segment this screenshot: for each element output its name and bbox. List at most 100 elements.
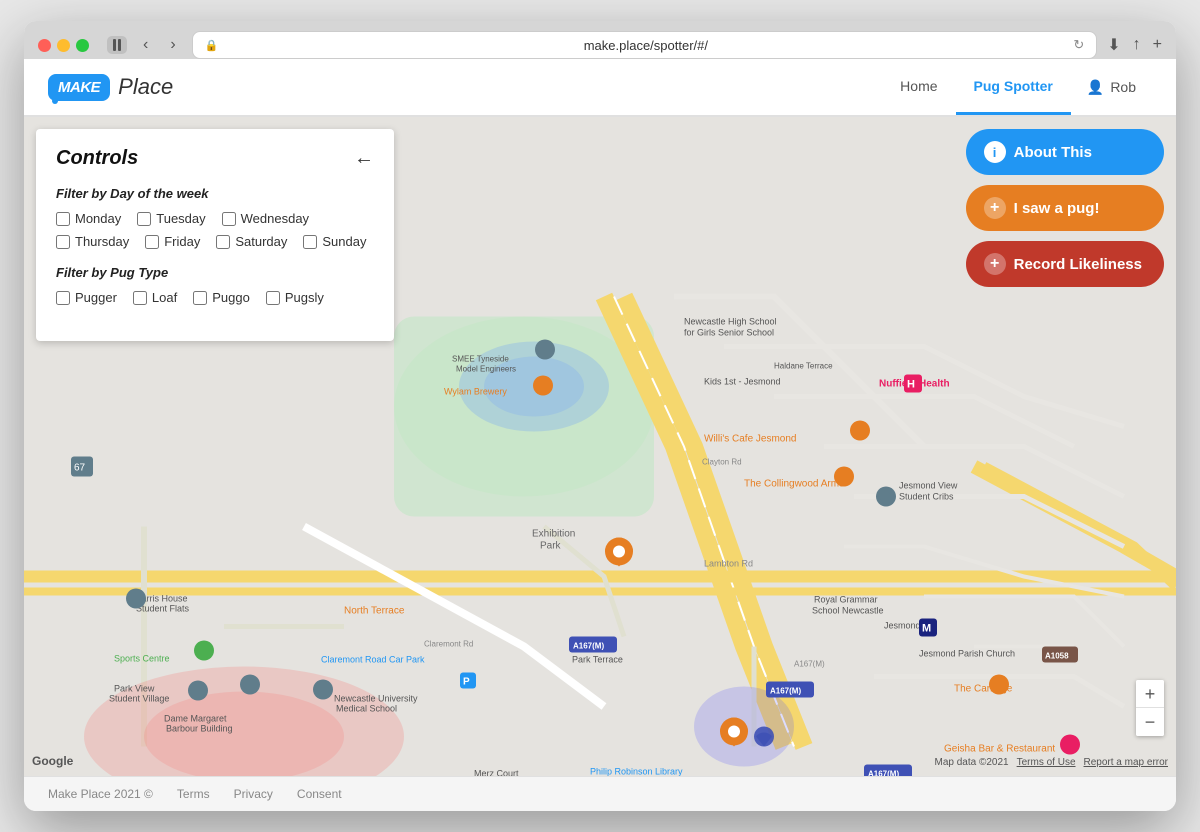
- forward-button[interactable]: ›: [164, 34, 181, 56]
- checkbox-puggo-label: Puggo: [212, 290, 250, 305]
- zoom-controls: + −: [1136, 680, 1164, 736]
- footer: Make Place 2021 © Terms Privacy Consent: [24, 776, 1176, 811]
- svg-text:Claremont Road Car Park: Claremont Road Car Park: [321, 655, 425, 665]
- report-link[interactable]: Report a map error: [1084, 757, 1168, 768]
- svg-text:A167(M): A167(M): [794, 660, 825, 669]
- logo[interactable]: MAKE Place: [48, 74, 173, 101]
- svg-text:M: M: [922, 623, 931, 635]
- checkbox-pugsly[interactable]: Pugsly: [266, 290, 324, 305]
- map-data-text: Map data ©2021: [935, 757, 1009, 768]
- checkbox-puggo-input[interactable]: [193, 291, 207, 305]
- checkbox-pugsly-input[interactable]: [266, 291, 280, 305]
- nav-home[interactable]: Home: [882, 59, 955, 115]
- checkbox-monday-label: Monday: [75, 211, 121, 226]
- controls-title: Controls: [56, 147, 138, 170]
- svg-text:Haldane Terrace: Haldane Terrace: [774, 362, 833, 371]
- filter-pug-label: Filter by Pug Type: [56, 265, 374, 280]
- checkbox-friday[interactable]: Friday: [145, 234, 200, 249]
- footer-terms[interactable]: Terms: [177, 787, 210, 801]
- checkbox-tuesday[interactable]: Tuesday: [137, 211, 205, 226]
- checkbox-thursday-label: Thursday: [75, 234, 129, 249]
- back-button[interactable]: ‹: [137, 34, 154, 56]
- svg-text:North Terrace: North Terrace: [344, 606, 405, 617]
- controls-panel: Controls ← Filter by Day of the week Mon…: [36, 129, 394, 341]
- svg-text:Clayton Rd: Clayton Rd: [702, 458, 742, 467]
- svg-text:Jesmond View: Jesmond View: [899, 481, 958, 491]
- map-container[interactable]: Newcastle High School for Girls Senior S…: [24, 117, 1176, 776]
- checkbox-saturday-input[interactable]: [216, 235, 230, 249]
- nav-pug-spotter[interactable]: Pug Spotter: [956, 59, 1071, 115]
- controls-back-button[interactable]: ←: [354, 147, 374, 170]
- download-button[interactable]: ⬇: [1107, 35, 1120, 55]
- record-button[interactable]: + Record Likeliness: [966, 241, 1164, 287]
- checkbox-saturday[interactable]: Saturday: [216, 234, 287, 249]
- checkbox-sunday[interactable]: Sunday: [303, 234, 366, 249]
- footer-privacy[interactable]: Privacy: [234, 787, 273, 801]
- svg-text:Philip Robinson Library: Philip Robinson Library: [590, 767, 683, 777]
- checkbox-friday-input[interactable]: [145, 235, 159, 249]
- svg-text:Wylam Brewery: Wylam Brewery: [444, 387, 507, 397]
- svg-text:Park Terrace: Park Terrace: [572, 655, 623, 665]
- minimize-button[interactable]: [57, 39, 70, 52]
- checkbox-tuesday-label: Tuesday: [156, 211, 205, 226]
- svg-text:A1058: A1058: [1045, 652, 1069, 661]
- svg-text:Student Flats: Student Flats: [136, 604, 190, 614]
- share-button[interactable]: ↑: [1133, 36, 1141, 54]
- logo-badge: MAKE: [48, 74, 110, 101]
- svg-text:Newcastle High School: Newcastle High School: [684, 317, 777, 327]
- svg-text:Park View: Park View: [114, 684, 155, 694]
- sidebar-toggle[interactable]: [107, 36, 127, 54]
- user-name: Rob: [1110, 79, 1136, 95]
- svg-text:67: 67: [74, 463, 86, 474]
- saw-pug-button[interactable]: + I saw a pug!: [966, 185, 1164, 231]
- checkbox-monday[interactable]: Monday: [56, 211, 121, 226]
- checkbox-loaf-label: Loaf: [152, 290, 177, 305]
- reload-icon[interactable]: ↻: [1073, 37, 1084, 53]
- terms-link[interactable]: Terms of Use: [1017, 757, 1076, 768]
- svg-text:Royal Grammar: Royal Grammar: [814, 595, 878, 605]
- checkbox-pugger[interactable]: Pugger: [56, 290, 117, 305]
- checkbox-saturday-label: Saturday: [235, 234, 287, 249]
- checkbox-tuesday-input[interactable]: [137, 212, 151, 226]
- traffic-lights[interactable]: [38, 39, 89, 52]
- checkbox-wednesday-input[interactable]: [222, 212, 236, 226]
- svg-text:H: H: [907, 379, 915, 391]
- svg-text:A167(M): A167(M): [868, 770, 899, 777]
- checkbox-loaf[interactable]: Loaf: [133, 290, 177, 305]
- saw-pug-label: I saw a pug!: [1014, 200, 1100, 217]
- checkbox-friday-label: Friday: [164, 234, 200, 249]
- right-panel: i About This + I saw a pug! + Record Lik…: [966, 129, 1164, 287]
- about-label: About This: [1014, 144, 1092, 161]
- footer-consent[interactable]: Consent: [297, 787, 342, 801]
- checkbox-loaf-input[interactable]: [133, 291, 147, 305]
- controls-header: Controls ←: [56, 147, 374, 170]
- maximize-button[interactable]: [76, 39, 89, 52]
- svg-text:Park: Park: [540, 541, 562, 552]
- svg-text:Medical School: Medical School: [336, 704, 397, 714]
- checkbox-pugger-input[interactable]: [56, 291, 70, 305]
- checkbox-puggo[interactable]: Puggo: [193, 290, 250, 305]
- checkbox-sunday-input[interactable]: [303, 235, 317, 249]
- filter-pug-section: Filter by Pug Type Pugger Loaf Puggo: [56, 265, 374, 305]
- zoom-in-button[interactable]: +: [1136, 680, 1164, 708]
- address-bar[interactable]: 🔒 make.place/spotter/#/ ↻: [192, 31, 1098, 59]
- about-button[interactable]: i About This: [966, 129, 1164, 175]
- day-checkboxes: Monday Tuesday Wednesday Thursday: [56, 211, 374, 249]
- checkbox-thursday[interactable]: Thursday: [56, 234, 129, 249]
- checkbox-monday-input[interactable]: [56, 212, 70, 226]
- zoom-out-button[interactable]: −: [1136, 708, 1164, 736]
- svg-text:School Newcastle: School Newcastle: [812, 606, 884, 616]
- record-label: Record Likeliness: [1014, 256, 1142, 273]
- checkbox-thursday-input[interactable]: [56, 235, 70, 249]
- nav-user[interactable]: 👤 Rob: [1071, 79, 1152, 96]
- svg-text:A167(M): A167(M): [573, 642, 604, 651]
- svg-text:Willi's Cafe Jesmond: Willi's Cafe Jesmond: [704, 434, 797, 445]
- checkbox-wednesday-label: Wednesday: [241, 211, 309, 226]
- checkbox-wednesday[interactable]: Wednesday: [222, 211, 309, 226]
- svg-text:Jesmond Parish Church: Jesmond Parish Church: [919, 649, 1015, 659]
- svg-text:Lambton Rd: Lambton Rd: [704, 559, 753, 569]
- nav-links: Home Pug Spotter 👤 Rob: [882, 59, 1152, 115]
- close-button[interactable]: [38, 39, 51, 52]
- new-tab-button[interactable]: +: [1153, 36, 1162, 54]
- map-attribution: Map data ©2021 Terms of Use Report a map…: [935, 757, 1168, 768]
